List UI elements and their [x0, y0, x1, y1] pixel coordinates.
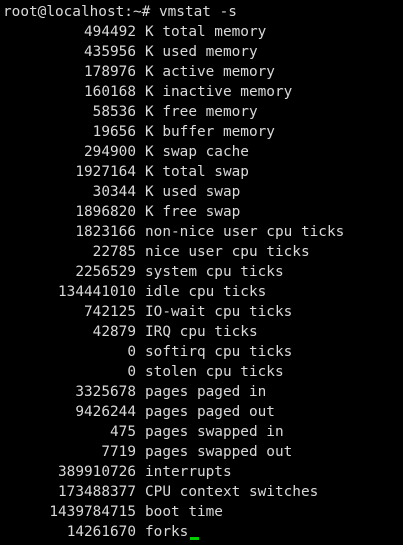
- stat-value: 160168: [84, 84, 136, 100]
- stat-label: K used memory: [145, 44, 258, 60]
- output-line: 22785 nice user cpu ticks: [0, 242, 403, 262]
- stat-value: 3325678: [75, 384, 136, 400]
- prompt-text: root@localhost:~# vmstat -s: [3, 4, 237, 20]
- stat-label: idle cpu ticks: [145, 284, 267, 300]
- output-line: 9426244 pages paged out: [0, 402, 403, 422]
- stat-value: 389910726: [58, 464, 136, 480]
- stat-value: 173488377: [58, 484, 136, 500]
- output-line: 134441010 idle cpu ticks: [0, 282, 403, 302]
- output-line: 1823166 non-nice user cpu ticks: [0, 222, 403, 242]
- stat-label: K used swap: [145, 184, 241, 200]
- stat-value: 1896820: [75, 204, 136, 220]
- stat-label: K free swap: [145, 204, 241, 220]
- stat-value: 0: [127, 364, 136, 380]
- output-line: 178976 K active memory: [0, 62, 403, 82]
- stat-label: softirq cpu ticks: [145, 344, 293, 360]
- output-line: 1439784715 boot time: [0, 502, 403, 522]
- output-line: 389910726 interrupts: [0, 462, 403, 482]
- stat-value: 1927164: [75, 164, 136, 180]
- command-prompt: root@localhost:~# vmstat -s: [0, 2, 403, 22]
- stat-label: nice user cpu ticks: [145, 244, 310, 260]
- vmstat-output: 494492 K total memory 435956 K used memory 1…: [0, 22, 403, 542]
- stat-value: 7719: [101, 444, 136, 460]
- stat-value: 178976: [84, 64, 136, 80]
- output-line: 2256529 system cpu ticks: [0, 262, 403, 282]
- stat-label: system cpu ticks: [145, 264, 284, 280]
- output-line: 14261670 forks: [0, 522, 403, 542]
- stat-label: IO-wait cpu ticks: [145, 304, 293, 320]
- output-line: 19656 K buffer memory: [0, 122, 403, 142]
- stat-label: K inactive memory: [145, 84, 293, 100]
- stat-value: 30344: [92, 184, 136, 200]
- stat-value: 58536: [92, 104, 136, 120]
- stat-value: 742125: [84, 304, 136, 320]
- stat-label: pages paged in: [145, 384, 267, 400]
- stat-label: non-nice user cpu ticks: [145, 224, 345, 240]
- stat-value: 134441010: [58, 284, 136, 300]
- stat-label: pages paged out: [145, 404, 275, 420]
- stat-value: 0: [127, 344, 136, 360]
- stat-label: CPU context switches: [145, 484, 319, 500]
- output-line: 1927164 K total swap: [0, 162, 403, 182]
- stat-value: 19656: [92, 124, 136, 140]
- stat-label: K total swap: [145, 164, 249, 180]
- stat-label: K active memory: [145, 64, 275, 80]
- stat-label: boot time: [145, 504, 223, 520]
- stat-value: 1439784715: [49, 504, 136, 520]
- text-cursor: [190, 537, 200, 540]
- output-line: 173488377 CPU context switches: [0, 482, 403, 502]
- stat-label: pages swapped in: [145, 424, 284, 440]
- stat-value: 42879: [92, 324, 136, 340]
- output-line: 435956 K used memory: [0, 42, 403, 62]
- stat-label: forks: [145, 524, 189, 540]
- output-line: 475 pages swapped in: [0, 422, 403, 442]
- stat-value: 9426244: [75, 404, 136, 420]
- stat-value: 22785: [92, 244, 136, 260]
- output-line: 1896820 K free swap: [0, 202, 403, 222]
- output-line: 42879 IRQ cpu ticks: [0, 322, 403, 342]
- stat-value: 2256529: [75, 264, 136, 280]
- stat-label: K total memory: [145, 24, 267, 40]
- output-line: 58536 K free memory: [0, 102, 403, 122]
- stat-label: pages swapped out: [145, 444, 293, 460]
- output-line: 7719 pages swapped out: [0, 442, 403, 462]
- output-line: 0 stolen cpu ticks: [0, 362, 403, 382]
- stat-label: K buffer memory: [145, 124, 275, 140]
- stat-value: 494492: [84, 24, 136, 40]
- stat-value: 14261670: [66, 524, 136, 540]
- output-line: 494492 K total memory: [0, 22, 403, 42]
- stat-value: 475: [110, 424, 136, 440]
- output-line: 742125 IO-wait cpu ticks: [0, 302, 403, 322]
- stat-label: K swap cache: [145, 144, 249, 160]
- output-line: 3325678 pages paged in: [0, 382, 403, 402]
- stat-label: IRQ cpu ticks: [145, 324, 258, 340]
- stat-label: interrupts: [145, 464, 232, 480]
- stat-value: 1823166: [75, 224, 136, 240]
- terminal-window[interactable]: root@localhost:~# vmstat -s 494492 K tota…: [0, 0, 403, 545]
- stat-value: 435956: [84, 44, 136, 60]
- output-line: 30344 K used swap: [0, 182, 403, 202]
- output-line: 0 softirq cpu ticks: [0, 342, 403, 362]
- stat-value: 294900: [84, 144, 136, 160]
- stat-label: K free memory: [145, 104, 258, 120]
- output-line: 160168 K inactive memory: [0, 82, 403, 102]
- stat-label: stolen cpu ticks: [145, 364, 284, 380]
- output-line: 294900 K swap cache: [0, 142, 403, 162]
